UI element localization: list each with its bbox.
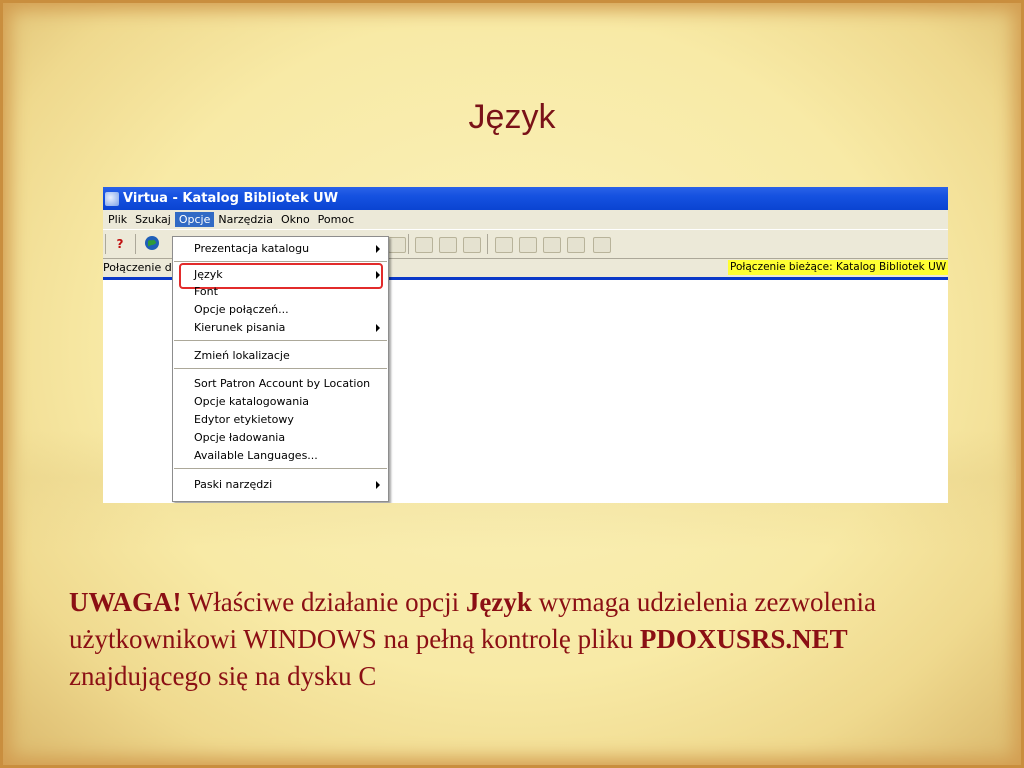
menu-item-edytor-etykietowy[interactable]: Edytor etykietowy [194, 412, 294, 428]
menu-item-label: Opcje połączeń... [194, 303, 289, 316]
menu-item-opcje-katalogowania[interactable]: Opcje katalogowania [194, 394, 309, 410]
menu-item-zmien-lokalizacje[interactable]: Zmień lokalizacje [194, 348, 290, 364]
caption-text-1: Właściwe działanie opcji [181, 587, 466, 617]
menu-item-label: Zmień lokalizacje [194, 349, 290, 362]
toolbar-separator [105, 234, 106, 254]
toolbar-button-icon[interactable] [519, 237, 537, 253]
menu-separator [174, 261, 387, 262]
app-window: Virtua - Katalog Bibliotek UW Plik Szuka… [103, 187, 948, 503]
menu-item-label: Sort Patron Account by Location [194, 377, 371, 390]
caption-text-3: znajdującego się na dysku C [69, 661, 377, 691]
menu-item-kierunek-pisania[interactable]: Kierunek pisania [194, 320, 285, 336]
menu-item-opcje-polaczen[interactable]: Opcje połączeń... [194, 302, 289, 318]
menu-okno[interactable]: Okno [277, 212, 314, 227]
menu-item-sort-patron-account[interactable]: Sort Patron Account by Location [194, 376, 370, 392]
menu-item-label: Opcje katalogowania [194, 395, 309, 408]
menu-separator [174, 340, 387, 341]
menu-narzedzia[interactable]: Narzędzia [214, 212, 277, 227]
menu-item-prezentacja-katalogu[interactable]: Prezentacja katalogu [194, 241, 309, 257]
toolbar-button-icon[interactable] [495, 237, 513, 253]
menu-opcje[interactable]: Opcje [174, 212, 215, 227]
connection-status-current: Połączenie bieżące: Katalog Bibliotek UW [728, 260, 948, 275]
menu-item-label: Available Languages... [194, 449, 318, 462]
app-icon [105, 191, 119, 206]
menu-pomoc[interactable]: Pomoc [314, 212, 358, 227]
menu-item-label: Prezentacja katalogu [194, 242, 310, 255]
toolbar-button-icon[interactable] [463, 237, 481, 253]
caption-option: Język [465, 587, 532, 617]
window-titlebar[interactable]: Virtua - Katalog Bibliotek UW [103, 187, 948, 210]
submenu-arrow-icon [376, 245, 380, 253]
menu-item-label: Font [194, 285, 218, 298]
submenu-arrow-icon [376, 324, 380, 332]
window-title: Virtua - Katalog Bibliotek UW [123, 191, 339, 206]
toolbar-separator [135, 234, 136, 254]
menu-item-font[interactable]: Font [194, 284, 218, 300]
menu-szukaj[interactable]: Szukaj [131, 212, 175, 227]
menu-item-jezyk[interactable]: Język [194, 267, 223, 283]
toolbar-button-icon[interactable] [567, 237, 585, 253]
menu-separator [174, 468, 387, 469]
menu-item-label: Język [194, 268, 223, 281]
toolbar-button-icon[interactable] [543, 237, 561, 253]
toolbar-separator [487, 234, 488, 254]
slide-title: Język [468, 98, 556, 136]
toolbar-button-icon[interactable] [415, 237, 433, 253]
menu-separator [174, 368, 387, 369]
submenu-arrow-icon [376, 271, 380, 279]
menu-item-available-languages[interactable]: Available Languages... [194, 448, 318, 464]
toolbar-button-icon[interactable] [593, 237, 611, 253]
submenu-arrow-icon [376, 481, 380, 489]
opcje-dropdown-menu: Prezentacja katalogu Język Font Opcje po… [172, 236, 389, 502]
toolbar-button-icon[interactable] [388, 237, 406, 253]
menu-item-paski-narzedzi[interactable]: Paski narzędzi [194, 477, 272, 493]
menu-item-opcje-ladowania[interactable]: Opcje ładowania [194, 430, 285, 446]
menubar: Plik Szukaj Opcje Narzędzia Okno Pomoc [103, 210, 948, 229]
menu-item-label: Edytor etykietowy [194, 413, 294, 426]
caption-text: UWAGA! Właściwe działanie opcji Język wy… [69, 584, 969, 695]
caption-warning: UWAGA! [69, 587, 182, 617]
help-icon[interactable]: ? [111, 235, 129, 253]
toolbar-button-icon[interactable] [439, 237, 457, 253]
caption-file: PDOXUSRS.NET [639, 624, 848, 654]
menu-plik[interactable]: Plik [104, 212, 131, 227]
globe-icon[interactable] [143, 235, 161, 253]
menu-item-label: Opcje ładowania [194, 431, 286, 444]
menu-item-label: Kierunek pisania [194, 321, 286, 334]
toolbar-separator [408, 234, 409, 254]
menu-item-label: Paski narzędzi [194, 478, 273, 491]
